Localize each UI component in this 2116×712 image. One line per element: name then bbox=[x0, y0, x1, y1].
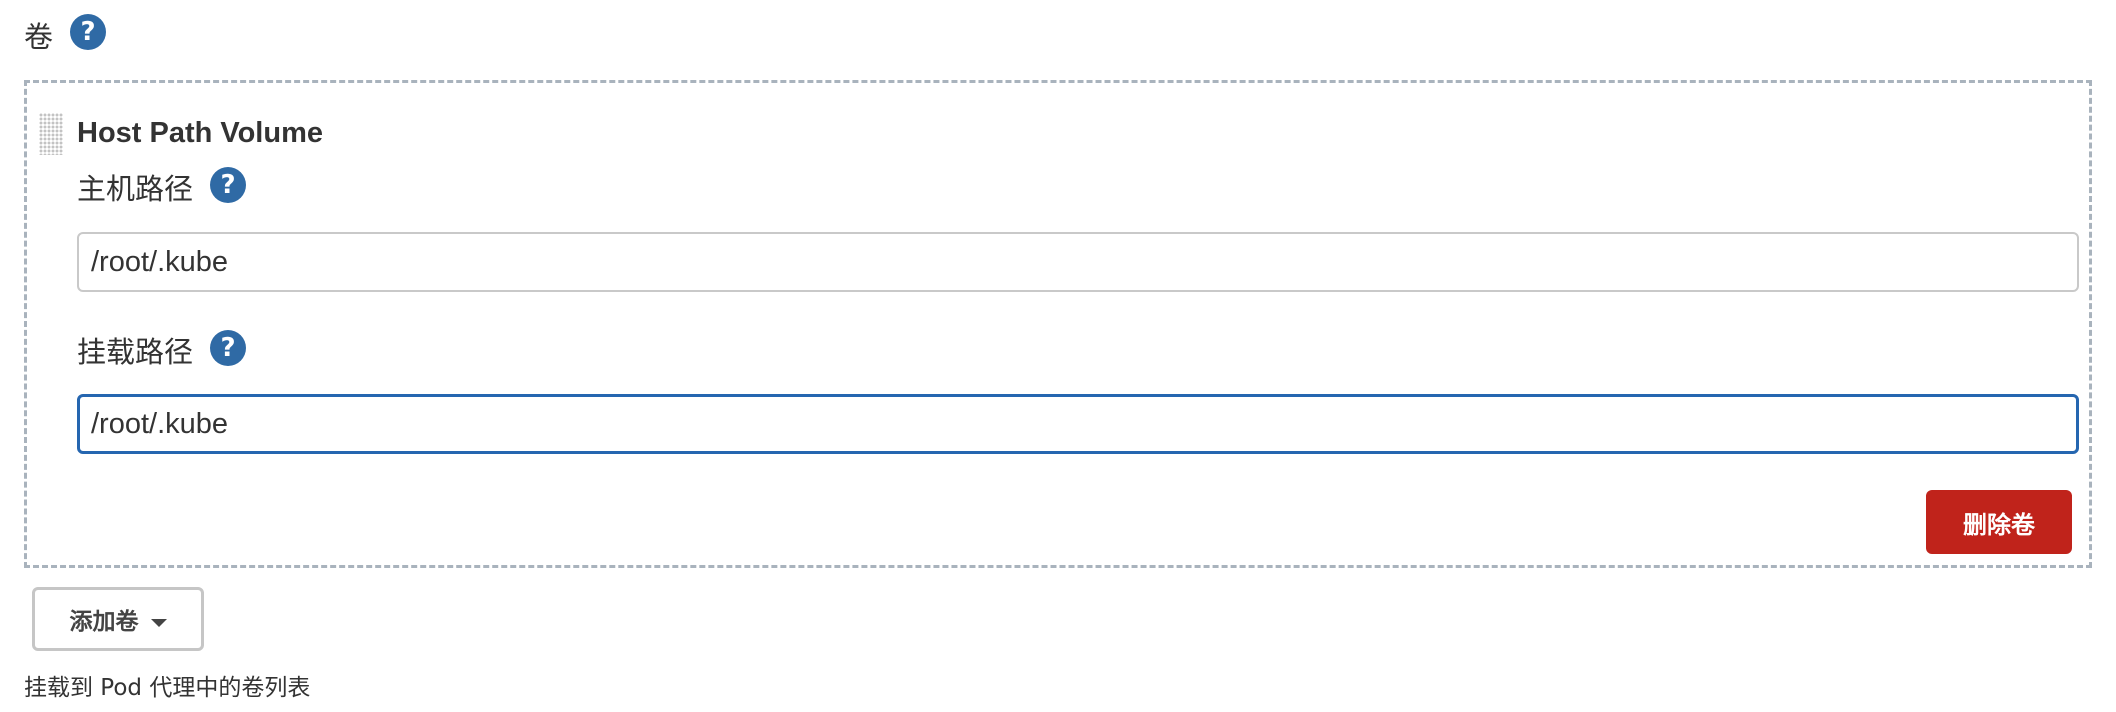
volumes-section-label: 卷 bbox=[24, 20, 54, 54]
host-path-input[interactable] bbox=[77, 232, 2079, 292]
host-path-help-icon[interactable]: ? bbox=[210, 167, 246, 203]
mount-path-label: 挂载路径 bbox=[77, 335, 194, 369]
host-path-volume-panel: Host Path Volume 主机路径 ? 挂载路径 ? 删除卷 bbox=[24, 80, 2092, 568]
add-volume-label: 添加卷 bbox=[69, 609, 139, 635]
drag-handle-icon[interactable] bbox=[39, 113, 63, 155]
delete-volume-button[interactable]: 删除卷 bbox=[1926, 490, 2072, 554]
volume-title: Host Path Volume bbox=[77, 117, 323, 149]
volumes-help-icon[interactable]: ? bbox=[70, 14, 106, 50]
host-path-label: 主机路径 bbox=[77, 172, 194, 206]
caret-down-icon bbox=[150, 618, 167, 627]
add-volume-dropdown-button[interactable]: 添加卷 bbox=[32, 587, 204, 651]
volumes-description: 挂载到 Pod 代理中的卷列表 bbox=[24, 675, 311, 701]
mount-path-input[interactable] bbox=[77, 394, 2079, 454]
mount-path-help-icon[interactable]: ? bbox=[210, 330, 246, 366]
